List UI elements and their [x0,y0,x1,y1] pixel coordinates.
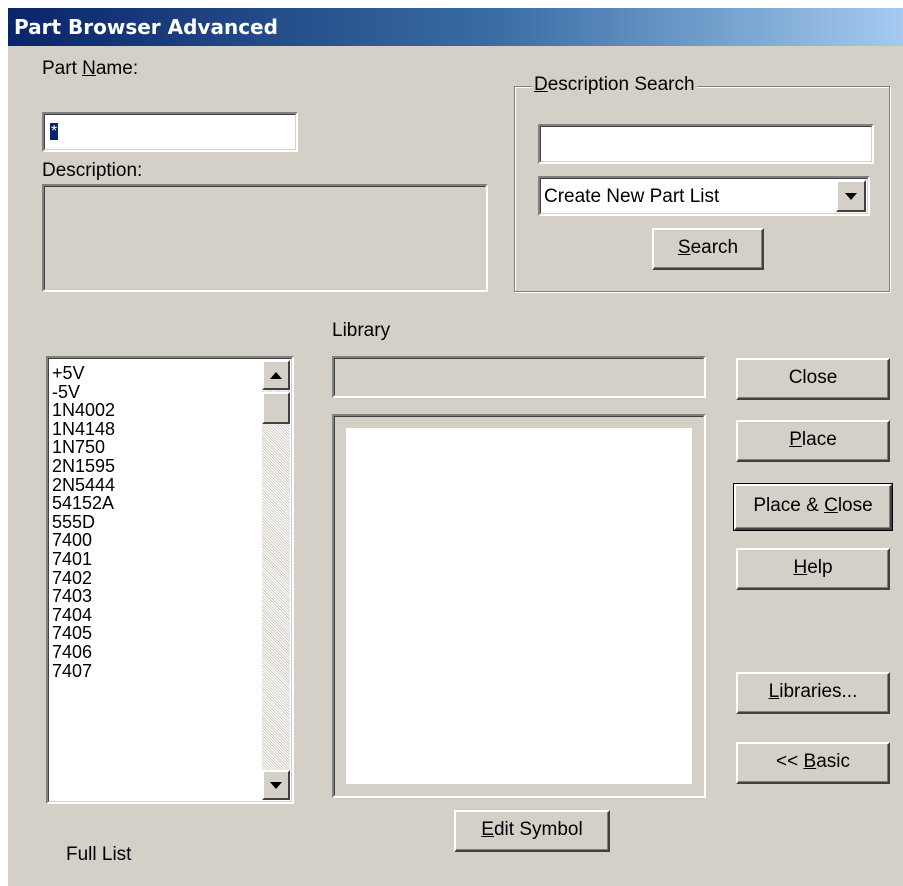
list-item[interactable]: 1N4148 [50,420,262,439]
part-list-dropdown[interactable]: Create New Part List [538,176,870,216]
part-browser-window: Part Browser Advanced Part Name: * Descr… [6,6,903,886]
list-item[interactable]: 7401 [50,550,262,569]
list-item[interactable]: +5V [50,364,262,383]
place-button[interactable]: Place [736,420,890,462]
list-item[interactable]: 54152A [50,494,262,513]
parts-list-scrollbar[interactable] [262,360,290,800]
list-item[interactable]: -5V [50,382,262,402]
part-name-value: * [50,123,59,140]
parts-list-items: +5V -5V 1N4002 1N4148 1N750 2N1595 2N5444 54152… [50,364,262,680]
library-label: Library [332,320,391,341]
description-box [42,184,488,292]
place-and-close-button[interactable]: Place & Close [733,483,893,531]
part-name-label: Part Name: [42,58,139,79]
basic-button[interactable]: << Basic [736,742,890,784]
symbol-preview [346,428,692,784]
scroll-up-icon[interactable] [262,360,290,390]
list-item[interactable]: 2N1595 [50,457,262,476]
list-item[interactable]: 7405 [50,624,262,643]
parts-list[interactable]: +5V -5V 1N4002 1N4148 1N750 2N1595 2N5444 54152… [46,356,294,804]
description-label: Description: [42,160,143,181]
list-item[interactable]: 7402 [50,568,262,588]
full-list-label: Full List [66,844,132,865]
part-name-input[interactable]: * [42,112,298,152]
list-item[interactable]: 1N4002 [50,401,262,420]
library-field [332,356,706,398]
search-button[interactable]: Search [652,228,764,270]
list-item[interactable]: 7400 [50,531,262,550]
list-item[interactable]: 1N750 [50,438,262,457]
close-button[interactable]: Close [736,358,890,400]
edit-symbol-button[interactable]: Edit Symbol [454,810,610,852]
list-item[interactable]: 555D [50,513,262,532]
list-item[interactable]: 7406 [50,643,262,662]
window-title: Part Browser Advanced [8,8,903,46]
symbol-preview-frame [332,414,706,798]
libraries-button[interactable]: Libraries... [736,672,890,714]
help-button[interactable]: Help [736,548,890,590]
description-search-title: Description Search [532,74,697,96]
list-item[interactable]: 2N5444 [50,475,262,495]
chevron-down-icon[interactable] [836,180,866,212]
list-item[interactable]: 7403 [50,587,262,606]
scroll-down-icon[interactable] [262,770,290,800]
part-list-dropdown-value: Create New Part List [544,186,720,207]
list-item[interactable]: 7407 [50,661,262,681]
list-item[interactable]: 7404 [50,606,262,625]
scroll-thumb[interactable] [262,392,290,424]
description-search-input[interactable] [538,124,874,164]
